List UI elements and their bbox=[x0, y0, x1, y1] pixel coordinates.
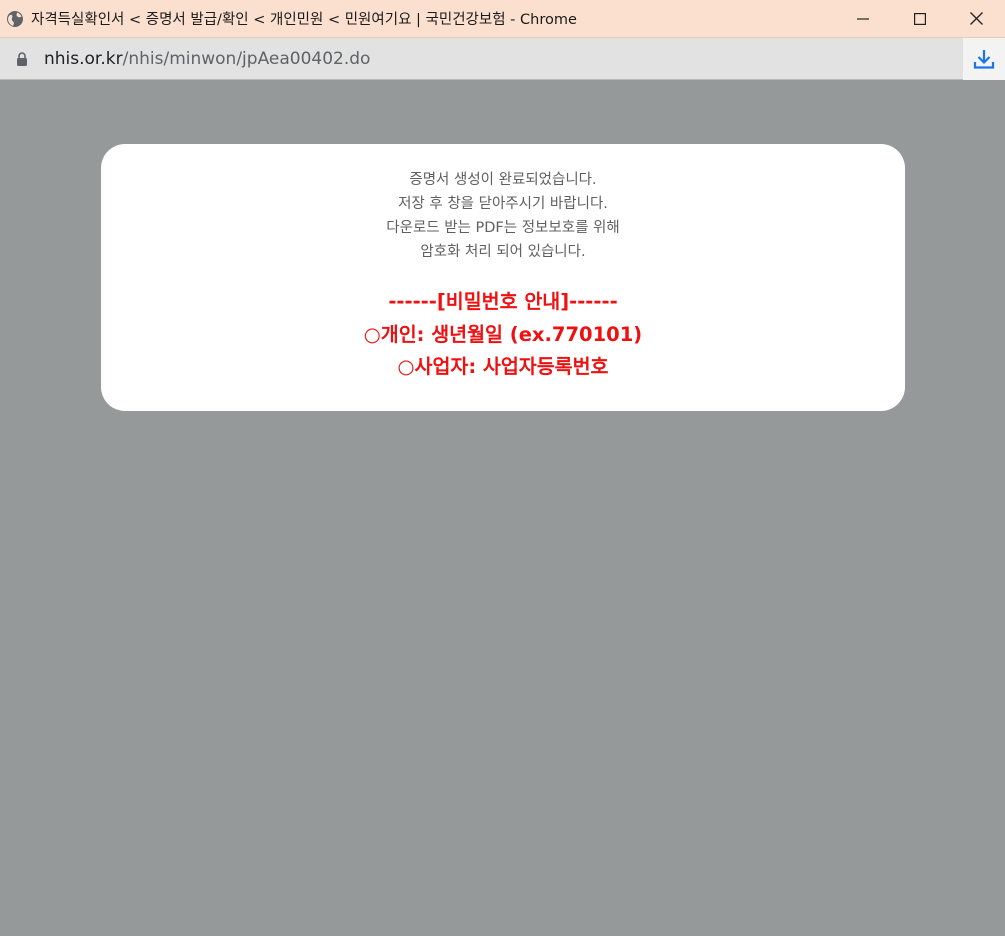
message-line: 증명서 생성이 완료되었습니다. bbox=[409, 172, 597, 188]
message-line: 암호화 처리 되어 있습니다. bbox=[420, 244, 586, 260]
message-line: 저장 후 창을 닫아주시기 바랍니다. bbox=[398, 196, 608, 212]
minimize-icon bbox=[856, 17, 869, 20]
completion-dialog: 증명서 생성이 완료되었습니다. 저장 후 창을 닫아주시기 바랍니다. 다운로… bbox=[101, 144, 905, 411]
maximize-icon bbox=[913, 12, 926, 25]
globe-icon bbox=[6, 10, 24, 28]
lock-icon[interactable] bbox=[16, 51, 30, 67]
address-bar: nhis.or.kr/nhis/minwon/jpAea00402.do bbox=[0, 38, 1005, 80]
maximize-button[interactable] bbox=[891, 0, 948, 38]
window-titlebar: 자격득실확인서 < 증명서 발급/확인 < 개인민원 < 민원여기요 | 국민건… bbox=[0, 0, 1005, 38]
window-title: 자격득실확인서 < 증명서 발급/확인 < 개인민원 < 민원여기요 | 국민건… bbox=[31, 12, 577, 28]
password-notice-header: ------[비밀번호 안내]------ bbox=[388, 290, 618, 313]
url-host: nhis.or.kr bbox=[44, 49, 123, 69]
download-button[interactable] bbox=[963, 38, 1005, 80]
close-icon bbox=[970, 12, 983, 25]
message-line: 다운로드 받는 PDF는 정보보호를 위해 bbox=[386, 220, 620, 236]
address-bar-divider bbox=[0, 79, 963, 80]
url-path: /nhis/minwon/jpAea00402.do bbox=[122, 49, 371, 69]
password-individual: ○개인: 생년월일 (ex.770101) bbox=[363, 323, 643, 346]
download-icon bbox=[973, 50, 995, 69]
close-button[interactable] bbox=[948, 0, 1005, 38]
minimize-button[interactable] bbox=[834, 0, 891, 38]
password-business: ○사업자: 사업자등록번호 bbox=[397, 355, 609, 378]
url-field[interactable]: nhis.or.kr/nhis/minwon/jpAea00402.do bbox=[0, 38, 963, 80]
